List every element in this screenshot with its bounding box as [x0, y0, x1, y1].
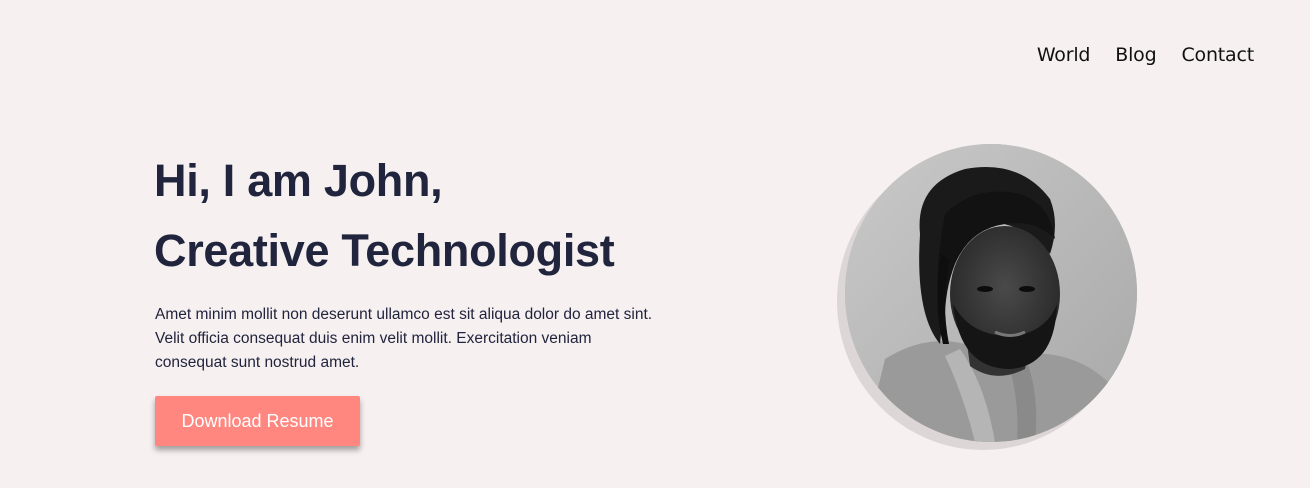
download-resume-button[interactable]: Download Resume — [155, 396, 360, 446]
avatar — [845, 144, 1137, 442]
avatar-photo — [845, 144, 1137, 442]
hero-title: Hi, I am John, Creative Technologist — [154, 146, 615, 286]
page: World Blog Contact Hi, I am John, Creati… — [0, 0, 1310, 488]
hero-title-line-1: Hi, I am John, — [154, 155, 443, 206]
top-nav: World Blog Contact — [1037, 44, 1254, 66]
nav-link-world[interactable]: World — [1037, 44, 1091, 66]
hero-description: Amet minim mollit non deserunt ullamco e… — [155, 306, 653, 371]
hero-title-line-2: Creative Technologist — [154, 225, 615, 276]
nav-link-blog[interactable]: Blog — [1115, 44, 1156, 66]
nav-link-contact[interactable]: Contact — [1181, 44, 1254, 66]
